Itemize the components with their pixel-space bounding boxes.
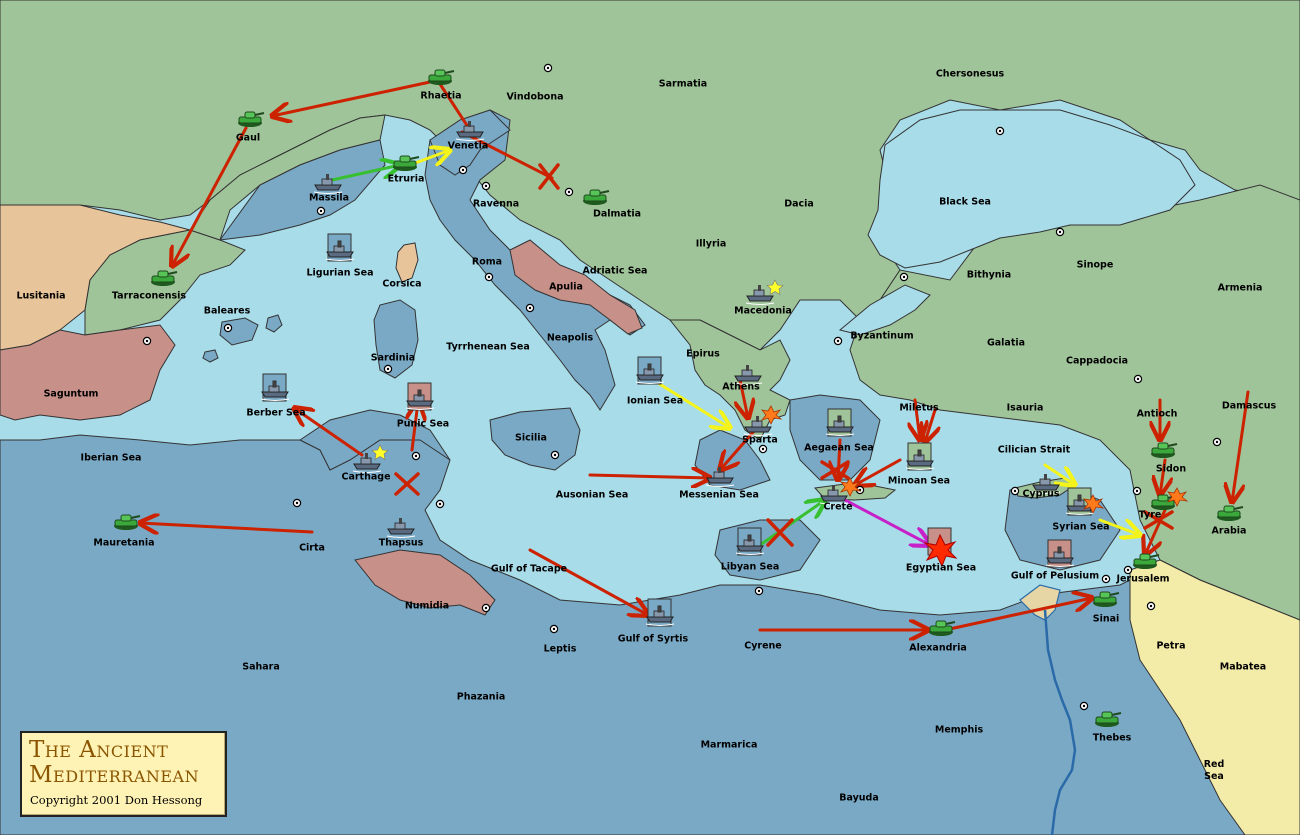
- label-ausonian-sea: Ausonian Sea: [556, 490, 629, 501]
- label-tyre: Tyre: [1139, 510, 1162, 521]
- label-armenia: Armenia: [1218, 283, 1263, 294]
- label-mabatea: Mabatea: [1220, 662, 1266, 673]
- label-sardinia: Sardinia: [371, 353, 415, 364]
- game-map[interactable]: Sarmatia Chersonesus Vindobona Rhaetia Gaul V…: [0, 0, 1300, 835]
- label-chersonesus: Chersonesus: [936, 69, 1005, 80]
- label-neapolis: Neapolis: [547, 333, 594, 344]
- label-gulf-of-tacape: Gulf of Tacape: [491, 564, 567, 575]
- title-box: The Ancient Mediterranean Copyright 2001…: [20, 731, 227, 817]
- label-carthage: Carthage: [341, 472, 390, 483]
- label-ligurian-sea: Ligurian Sea: [307, 268, 374, 279]
- label-athens: Athens: [722, 382, 760, 393]
- label-adriatic-sea: Adriatic Sea: [583, 266, 648, 277]
- label-jerusalem: Jerusalem: [1115, 574, 1169, 585]
- label-petra: Petra: [1156, 641, 1185, 652]
- label-libyan-sea: Libyan Sea: [721, 562, 779, 573]
- label-etruria: Etruria: [388, 174, 425, 185]
- title-line-2: Mediterranean: [29, 762, 200, 788]
- label-alexandria: Alexandria: [909, 643, 967, 654]
- label-crete: Crete: [823, 502, 852, 513]
- label-bayuda: Bayuda: [839, 793, 879, 804]
- label-epirus: Epirus: [686, 349, 720, 360]
- label-antioch: Antioch: [1137, 409, 1178, 420]
- label-red-sea: Red Sea: [1204, 759, 1225, 782]
- label-cyprus: Cyprus: [1022, 489, 1059, 500]
- label-cilician-strait: Cilician Strait: [998, 445, 1071, 456]
- label-leptis: Leptis: [544, 644, 577, 655]
- label-apulia: Apulia: [549, 282, 583, 293]
- label-damascus: Damascus: [1222, 401, 1277, 412]
- label-sicilia: Sicilia: [515, 433, 547, 444]
- label-punic-sea: Punic Sea: [397, 419, 449, 430]
- label-saguntum: Saguntum: [44, 389, 99, 400]
- title-line-1: The Ancient: [29, 737, 169, 763]
- label-macedonia: Macedonia: [734, 306, 792, 317]
- label-thebes: Thebes: [1093, 733, 1132, 744]
- label-ionian-sea: Ionian Sea: [627, 396, 683, 407]
- label-syrian-sea: Syrian Sea: [1052, 522, 1109, 533]
- label-byzantinum: Byzantinum: [850, 331, 913, 342]
- label-sparta: Sparta: [742, 435, 778, 446]
- label-memphis: Memphis: [935, 725, 984, 736]
- label-black-sea: Black Sea: [939, 197, 991, 208]
- label-ravenna: Ravenna: [473, 199, 519, 210]
- label-cirta: Cirta: [299, 543, 325, 554]
- label-tyrrhenean-sea: Tyrrhenean Sea: [446, 342, 530, 353]
- label-venetia: Venetia: [448, 141, 489, 152]
- label-gaul: Gaul: [236, 133, 260, 144]
- label-cyrene: Cyrene: [744, 641, 782, 652]
- label-gulf-of-syrtis: Gulf of Syrtis: [618, 634, 689, 645]
- label-phazania: Phazania: [457, 692, 506, 703]
- label-baleares: Baleares: [204, 306, 251, 317]
- label-minoan-sea: Minoan Sea: [888, 476, 950, 487]
- label-galatia: Galatia: [987, 338, 1025, 349]
- label-massila: Massila: [309, 193, 349, 204]
- label-marmarica: Marmarica: [701, 740, 758, 751]
- copyright-text: Copyright 2001 Don Hessong: [30, 793, 203, 807]
- label-vindobona: Vindobona: [506, 92, 563, 103]
- label-numidia: Numidia: [405, 601, 449, 612]
- label-mauretania: Mauretania: [93, 538, 154, 549]
- label-messenian-sea: Messenian Sea: [679, 490, 759, 501]
- label-thapsus: Thapsus: [379, 538, 424, 549]
- label-berber-sea: Berber Sea: [246, 408, 305, 419]
- label-aegaean-sea: Aegaean Sea: [804, 443, 874, 454]
- label-miletus: Miletus: [899, 403, 939, 414]
- label-arabia: Arabia: [1212, 526, 1247, 537]
- label-egyptian-sea: Egyptian Sea: [906, 563, 976, 574]
- label-roma: Roma: [472, 257, 502, 268]
- label-sinope: Sinope: [1077, 260, 1114, 271]
- label-rhaetia: Rhaetia: [420, 91, 461, 102]
- label-dalmatia: Dalmatia: [593, 209, 641, 220]
- label-isauria: Isauria: [1007, 403, 1044, 414]
- label-cappadocia: Cappadocia: [1066, 356, 1128, 367]
- label-bithynia: Bithynia: [967, 270, 1011, 281]
- label-sarmatia: Sarmatia: [659, 79, 707, 90]
- label-lusitania: Lusitania: [16, 291, 65, 302]
- label-gulf-of-pelusium: Gulf of Pelusium: [1011, 571, 1099, 582]
- label-sinai: Sinai: [1093, 614, 1120, 625]
- label-dacia: Dacia: [784, 199, 814, 210]
- label-corsica: Corsica: [382, 279, 421, 290]
- label-illyria: Illyria: [696, 239, 727, 250]
- label-sidon: Sidon: [1156, 464, 1186, 475]
- label-sahara: Sahara: [242, 662, 280, 673]
- label-iberian-sea: Iberian Sea: [81, 453, 142, 464]
- label-tarraconensis: Tarraconensis: [112, 291, 186, 302]
